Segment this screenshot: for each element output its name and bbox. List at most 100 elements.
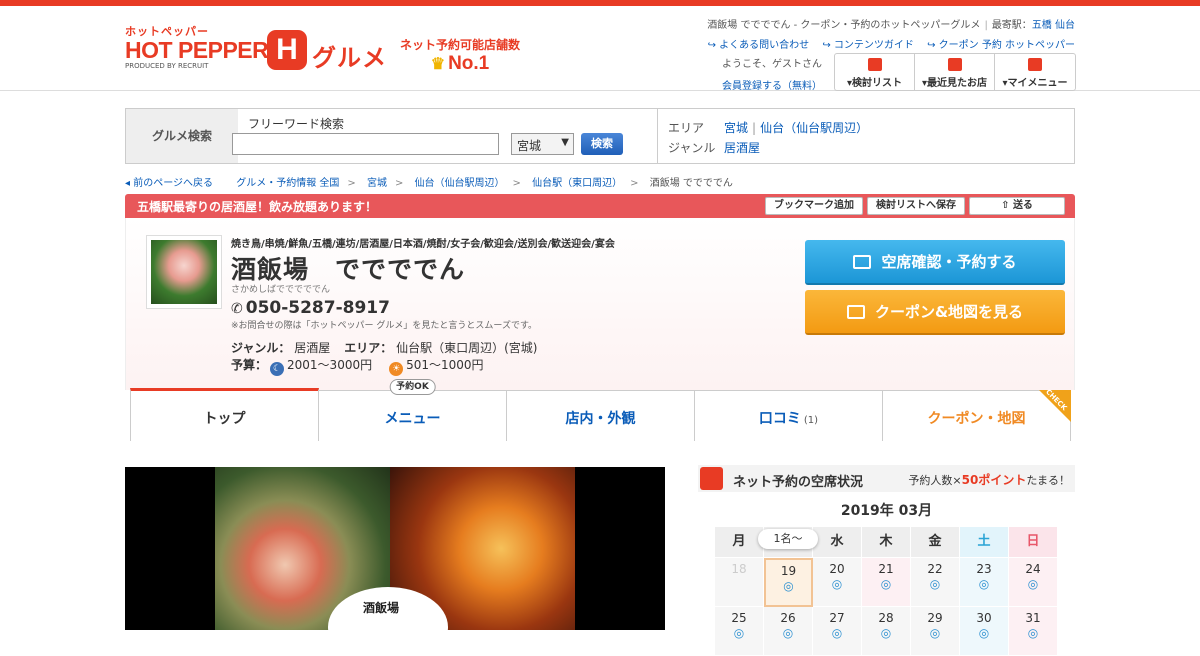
welcome-area: ようこそ、ゲストさん 会員登録する（無料） xyxy=(722,55,832,92)
prefecture-select[interactable]: 宮城 ▼ xyxy=(511,133,574,155)
search-button[interactable]: 検索 xyxy=(581,133,623,155)
people-count-selector[interactable]: 1名～ xyxy=(758,529,818,549)
area-key: エリア xyxy=(668,121,705,135)
breadcrumb-item[interactable]: 宮城 xyxy=(367,178,387,189)
shop-header: 焼き鳥/串焼/鮮魚/五橋/連坊/居酒屋/日本酒/焼酎/女子会/歓迎会/送別会/歓… xyxy=(125,218,1075,390)
chevron-down-icon: ▼ xyxy=(561,137,569,148)
nearest-station-link[interactable]: 五橋 xyxy=(1032,20,1052,31)
shop-main-photo[interactable]: 酒飯場 xyxy=(125,467,665,630)
calendar-day[interactable]: 30 ◎ xyxy=(960,607,1009,656)
calendar-day[interactable]: 19 ◎ xyxy=(764,558,813,607)
calendar-day[interactable]: 21 ◎ xyxy=(862,558,911,607)
no1-badge: ネット予約可能店舗数 ♛ No.1 xyxy=(400,36,520,75)
coupon-map-button[interactable]: クーポン&地図を見る xyxy=(805,290,1065,335)
free-word-caption: フリーワード検索 xyxy=(248,117,345,131)
bookmark-button[interactable]: ブックマーク追加 xyxy=(765,197,863,215)
calendar-month: 2019年 03月 xyxy=(840,503,933,519)
reserve-button[interactable]: 空席確認・予約する xyxy=(805,240,1065,285)
breadcrumb-item[interactable]: グルメ・予約情報 全国 xyxy=(236,178,339,189)
coupon-icon xyxy=(846,305,865,319)
shop-info: ジャンル： 居酒屋 エリア： 仙台駅（東口周辺）(宮城) 予算： ☾ 2001～300… xyxy=(231,341,538,376)
dow-fri: 金 xyxy=(911,527,960,558)
shop-catchphrase: 五橋駅最寄りの居酒屋！飲み放題あります！ xyxy=(137,200,378,214)
header-button-group: ▾検討リスト ▾最近見たお店 ▾マイメニュー xyxy=(834,53,1076,91)
available-mark: ◎ xyxy=(782,626,794,640)
budget-lunch: 501～1000円 xyxy=(406,358,484,372)
logo-produced-by: PRODUCED BY RECRUIT xyxy=(125,62,209,70)
share-button[interactable]: ⇧ 送る xyxy=(969,197,1065,215)
site-header: ホットペッパー HOT PEPPER PRODUCED BY RECRUIT H… xyxy=(0,6,1200,92)
user-icon xyxy=(1028,58,1042,71)
area-link[interactable]: 宮城 xyxy=(724,121,748,135)
register-link[interactable]: 会員登録する（無料） xyxy=(722,77,832,92)
calendar-day[interactable]: 28 ◎ xyxy=(862,607,911,656)
shop-area: 仙台駅（東口周辺）(宮城) xyxy=(396,341,538,355)
calendar-day[interactable]: 22 ◎ xyxy=(911,558,960,607)
tab-top[interactable]: トップ xyxy=(130,388,319,441)
shop-genre: 居酒屋 xyxy=(294,341,331,355)
available-mark: ◎ xyxy=(978,626,990,640)
available-mark: ◎ xyxy=(929,577,941,591)
available-mark: ◎ xyxy=(880,626,892,640)
area-link[interactable]: 仙台（仙台駅周辺） xyxy=(760,121,868,135)
free-word-area: フリーワード検索 宮城 ▼ 検索 xyxy=(232,109,658,163)
breadcrumb-item[interactable]: 仙台駅（東口周辺） xyxy=(532,178,622,189)
my-menu-button[interactable]: ▾マイメニュー xyxy=(995,54,1075,90)
calendar-day[interactable]: 20 ◎ xyxy=(813,558,862,607)
search-label: グルメ検索 xyxy=(126,109,238,163)
calendar-day[interactable]: 24 ◎ xyxy=(1009,558,1058,607)
breadcrumb-item[interactable]: 仙台（仙台駅周辺） xyxy=(415,178,505,189)
consider-list-button[interactable]: ▾検討リスト xyxy=(835,54,915,90)
available-mark: ◎ xyxy=(1027,577,1039,591)
tab-reviews[interactable]: 口コミ (1) xyxy=(694,390,883,441)
budget-dinner: 2001～3000円 xyxy=(287,358,373,372)
nearest-label: 最寄駅： xyxy=(991,20,1032,31)
genre-link[interactable]: 居酒屋 xyxy=(724,141,760,155)
dinner-moon-icon: ☾ xyxy=(270,362,285,376)
nearest-station-link[interactable]: 仙台 xyxy=(1055,20,1075,31)
dow-mon: 月 xyxy=(715,527,764,558)
shop-tel: ✆ 050-5287-8917 xyxy=(231,298,390,318)
tab-interior[interactable]: 店内・外観 xyxy=(506,390,695,441)
crown-icon: ♛ xyxy=(430,56,446,73)
lunch-sun-icon: ☀ xyxy=(389,362,404,376)
back-link[interactable]: ◂ 前のページへ戻る xyxy=(125,178,213,189)
available-mark: ◎ xyxy=(733,626,745,640)
faq-link[interactable]: ↪ よくある問い合わせ xyxy=(708,40,810,51)
calendar-day[interactable]: 29 ◎ xyxy=(911,607,960,656)
shop-tags: 焼き鳥/串焼/鮮魚/五橋/連坊/居酒屋/日本酒/焼酎/女子会/歓迎会/送別会/歓… xyxy=(231,239,615,250)
tab-coupon-map[interactable]: クーポン・地図 CHECK xyxy=(882,388,1071,441)
available-mark: ◎ xyxy=(978,577,990,591)
calendar-day[interactable]: 31 ◎ xyxy=(1009,607,1058,656)
shop-thumbnail[interactable] xyxy=(146,235,222,309)
breadcrumb-current: 酒飯場 ででででん xyxy=(649,178,733,189)
tab-menu[interactable]: 予約OK メニュー xyxy=(318,379,507,441)
dow-sun: 日 xyxy=(1009,527,1058,558)
shop-name-kana: さかめしばでででででん xyxy=(231,285,331,295)
page-title: 酒飯場 ででででん - クーポン・予約のホットペッパーグルメ xyxy=(707,20,981,31)
review-count: (1) xyxy=(803,415,819,426)
coupon-hotpepper-link[interactable]: ↪ クーポン 予約 ホットペッパー xyxy=(927,40,1075,51)
reservation-calendar: ネット予約の空席状況 予約人数×50ポイントたまる！ 2019年 03月 1名～… xyxy=(698,465,1075,656)
calendar-title: ネット予約の空席状況 xyxy=(733,475,864,490)
genre-key: ジャンル xyxy=(668,141,716,155)
calendar-day[interactable]: 23 ◎ xyxy=(960,558,1009,607)
content-guide-link[interactable]: ↪ コンテンツガイド xyxy=(822,40,914,51)
dow-thu: 木 xyxy=(862,527,911,558)
site-logo[interactable]: ホットペッパー HOT PEPPER PRODUCED BY RECRUIT xyxy=(125,26,270,80)
logo-main-text: HOT PEPPER xyxy=(125,37,269,63)
welcome-text: ようこそ、ゲストさん xyxy=(722,59,822,70)
available-mark: ◎ xyxy=(929,626,941,640)
calendar-icon xyxy=(700,467,723,490)
recently-viewed-button[interactable]: ▾最近見たお店 xyxy=(915,54,995,90)
save-to-list-button[interactable]: 検討リストへ保存 xyxy=(867,197,965,215)
calendar-day[interactable]: 26 ◎ xyxy=(764,607,813,656)
calendar-day[interactable]: 25 ◎ xyxy=(715,607,764,656)
tel-note: ※お問合せの際は「ホットペッパー グルメ」を見たと言うとスムーズです。 xyxy=(231,321,538,331)
free-word-input[interactable] xyxy=(232,133,499,155)
available-mark: ◎ xyxy=(831,577,843,591)
no1-text: ネット予約可能店舗数 xyxy=(400,38,521,52)
points-note: 予約人数×50ポイントたまる！ xyxy=(908,473,1070,487)
calendar-day[interactable]: 27 ◎ xyxy=(813,607,862,656)
available-mark: ◎ xyxy=(831,626,843,640)
